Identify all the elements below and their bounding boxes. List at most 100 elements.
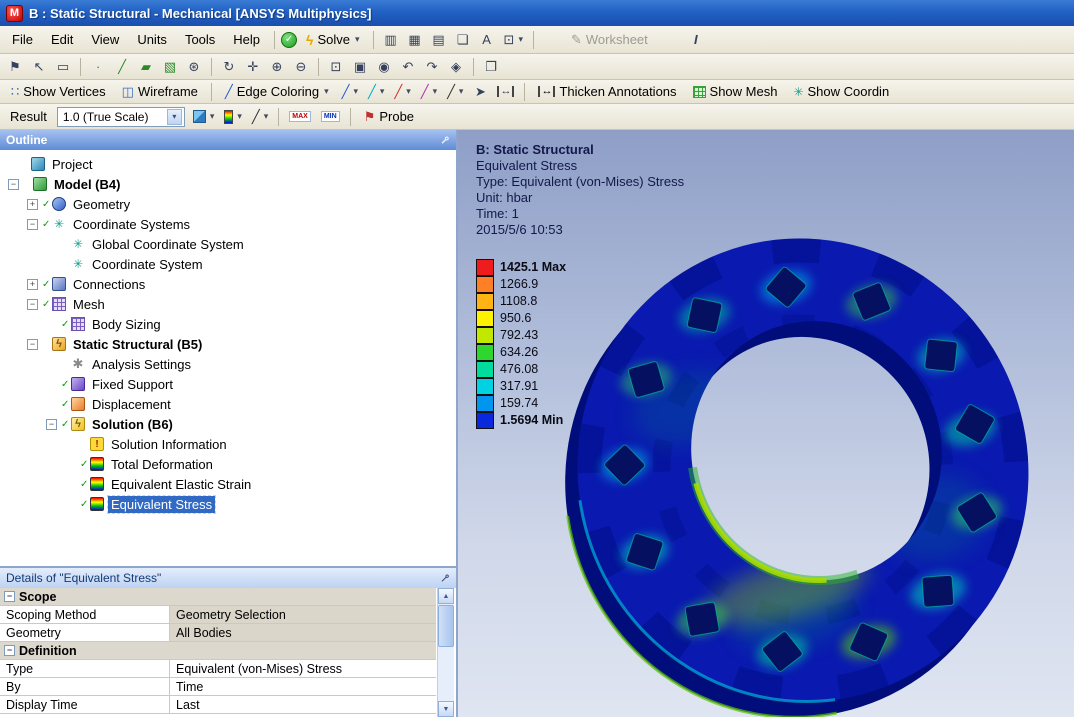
- expand-toggle-icon[interactable]: +: [27, 278, 38, 290]
- edge-style-red-icon[interactable]: ╱ ▾: [390, 81, 414, 102]
- details-section-row[interactable]: − Definition: [0, 642, 436, 660]
- select-pointer-icon[interactable]: ↖: [28, 56, 50, 77]
- collapse-toggle-icon[interactable]: −: [27, 298, 38, 310]
- pan-icon[interactable]: ✛: [242, 56, 264, 77]
- edge-style-black-icon[interactable]: ╱ ▾: [443, 81, 467, 102]
- tree-item-mesh[interactable]: − ✓ Mesh: [0, 294, 456, 314]
- annotation-icon[interactable]: A: [476, 29, 498, 50]
- next-view-icon[interactable]: ↷: [421, 56, 443, 77]
- geometry-display-icon[interactable]: ▾: [189, 106, 219, 127]
- details-row[interactable]: Scoping Method Geometry Selection: [0, 606, 436, 624]
- collapse-toggle-icon[interactable]: −: [8, 178, 19, 190]
- tree-item-total-deformation[interactable]: ✓ Total Deformation: [0, 454, 456, 474]
- edge-style-magenta-icon[interactable]: ╱ ▾: [417, 81, 441, 102]
- tree-item-equivalent-stress[interactable]: ✓ Equivalent Stress: [0, 494, 456, 514]
- menu-edit[interactable]: Edit: [43, 29, 81, 50]
- box-select-icon[interactable]: ▭: [52, 56, 74, 77]
- scroll-up-icon[interactable]: ▲: [438, 588, 454, 604]
- show-max-icon[interactable]: MAX: [285, 106, 315, 127]
- detail-value[interactable]: Time: [170, 678, 436, 695]
- face-filter-icon[interactable]: ▰: [135, 56, 157, 77]
- extend-selection-icon[interactable]: ⊛: [183, 56, 205, 77]
- pin-icon[interactable]: ⊸: [436, 569, 453, 586]
- show-min-icon[interactable]: MIN: [317, 106, 344, 127]
- details-row[interactable]: By Time: [0, 678, 436, 696]
- app-icon[interactable]: M: [6, 4, 23, 22]
- report-icon[interactable]: ❏: [452, 29, 474, 50]
- previous-view-icon[interactable]: ↶: [397, 56, 419, 77]
- tree-item-global-coordinate-system[interactable]: ✳ Global Coordinate System: [0, 234, 456, 254]
- menu-units[interactable]: Units: [129, 29, 175, 50]
- tree-item-coordinate-systems[interactable]: − ✓ ✳ Coordinate Systems: [0, 214, 456, 234]
- edge-filter-icon[interactable]: ╱: [111, 56, 133, 77]
- table-icon[interactable]: ▦: [404, 29, 426, 50]
- magnifier-window-icon[interactable]: ◉: [373, 56, 395, 77]
- thicken-edges-icon[interactable]: ↔: [493, 81, 518, 102]
- show-coordinate-systems-button[interactable]: ✳ Show Coordin: [786, 81, 896, 102]
- details-row[interactable]: Display Time Last: [0, 696, 436, 714]
- tree-item-solution-information[interactable]: ! Solution Information: [0, 434, 456, 454]
- menu-view[interactable]: View: [83, 29, 127, 50]
- scale-combobox[interactable]: 1.0 (True Scale) ▾: [56, 106, 185, 127]
- details-row[interactable]: Type Equivalent (von-Mises) Stress: [0, 660, 436, 678]
- collapse-toggle-icon[interactable]: −: [27, 218, 38, 230]
- rotate-icon[interactable]: ↻: [218, 56, 240, 77]
- tree-item-solution[interactable]: − ✓ ϟ Solution (B6): [0, 414, 456, 434]
- details-row[interactable]: Geometry All Bodies: [0, 624, 436, 642]
- tree-item-project[interactable]: Project: [0, 154, 456, 174]
- zoom-in-icon[interactable]: ⊕: [266, 56, 288, 77]
- thicken-annotations-button[interactable]: ↔ Thicken Annotations: [531, 81, 683, 102]
- menu-file[interactable]: File: [4, 29, 41, 50]
- chart-icon[interactable]: ▥: [380, 29, 402, 50]
- tree-item-model[interactable]: − Model (B4): [0, 174, 456, 194]
- wireframe-button[interactable]: ◫ Wireframe: [115, 81, 205, 102]
- detail-value[interactable]: Equivalent (von-Mises) Stress: [170, 660, 436, 677]
- scroll-down-icon[interactable]: ▼: [438, 701, 454, 717]
- detail-value[interactable]: Last: [170, 696, 436, 713]
- pin-icon[interactable]: ⊸: [436, 131, 453, 148]
- show-vertices-button[interactable]: ∷ Show Vertices: [4, 81, 113, 102]
- tree-item-body-sizing[interactable]: ✓ Body Sizing: [0, 314, 456, 334]
- solve-button[interactable]: ϟ Solve ▾: [299, 29, 366, 50]
- label-flag-icon[interactable]: ⚑: [4, 56, 26, 77]
- tree-item-fixed-support[interactable]: ✓ Fixed Support: [0, 374, 456, 394]
- body-filter-icon[interactable]: ▧: [159, 56, 181, 77]
- edge-style-blue-icon[interactable]: ╱ ▾: [338, 81, 362, 102]
- collapse-toggle-icon[interactable]: −: [4, 645, 15, 656]
- collapse-toggle-icon[interactable]: −: [46, 418, 57, 430]
- menu-help[interactable]: Help: [225, 29, 268, 50]
- box-zoom-icon[interactable]: ⊡: [325, 56, 347, 77]
- contour-display-icon[interactable]: ▾: [220, 106, 246, 127]
- edge-style-cyan-icon[interactable]: ╱ ▾: [364, 81, 388, 102]
- show-mesh-button[interactable]: Show Mesh: [686, 81, 785, 102]
- chevron-down-icon[interactable]: ▾: [166, 108, 182, 125]
- comment-icon[interactable]: ⊡ ▾: [500, 29, 527, 50]
- worksheet-button[interactable]: ✎ Worksheet: [564, 29, 655, 50]
- collapse-toggle-icon[interactable]: −: [27, 338, 38, 350]
- ibeam-cursor-icon[interactable]: I: [685, 29, 707, 50]
- vertex-filter-icon[interactable]: ∙: [87, 56, 109, 77]
- details-scrollbar[interactable]: ▲ ▼: [437, 588, 454, 717]
- scroll-thumb[interactable]: [438, 605, 454, 647]
- tree-item-analysis-settings[interactable]: ✱ Analysis Settings: [0, 354, 456, 374]
- probe-button[interactable]: ⚑ Probe: [357, 106, 421, 127]
- viewports-icon[interactable]: ❐: [480, 56, 502, 77]
- details-section-row[interactable]: − Scope: [0, 588, 436, 606]
- detail-value[interactable]: Geometry Selection: [170, 606, 436, 623]
- tree-item-coordinate-system[interactable]: ✳ Coordinate System: [0, 254, 456, 274]
- tree-item-static-structural[interactable]: − ϟ Static Structural (B5): [0, 334, 456, 354]
- zoom-out-icon[interactable]: ⊖: [290, 56, 312, 77]
- tree-item-connections[interactable]: + ✓ Connections: [0, 274, 456, 294]
- zoom-fit-icon[interactable]: ▣: [349, 56, 371, 77]
- iso-view-icon[interactable]: ◈: [445, 56, 467, 77]
- graphics-viewport[interactable]: B: Static Structural Equivalent Stress T…: [458, 130, 1074, 717]
- expand-toggle-icon[interactable]: +: [27, 198, 38, 210]
- tree-item-geometry[interactable]: + ✓ Geometry: [0, 194, 456, 214]
- detail-value[interactable]: All Bodies: [170, 624, 436, 641]
- tree-item-equivalent-elastic-strain[interactable]: ✓ Equivalent Elastic Strain: [0, 474, 456, 494]
- edge-direction-icon[interactable]: ➤: [469, 81, 491, 102]
- tree-item-displacement[interactable]: ✓ Displacement: [0, 394, 456, 414]
- collapse-toggle-icon[interactable]: −: [4, 591, 15, 602]
- edge-coloring-button[interactable]: ╱ Edge Coloring ▾: [218, 81, 336, 102]
- image-capture-icon[interactable]: ▤: [428, 29, 450, 50]
